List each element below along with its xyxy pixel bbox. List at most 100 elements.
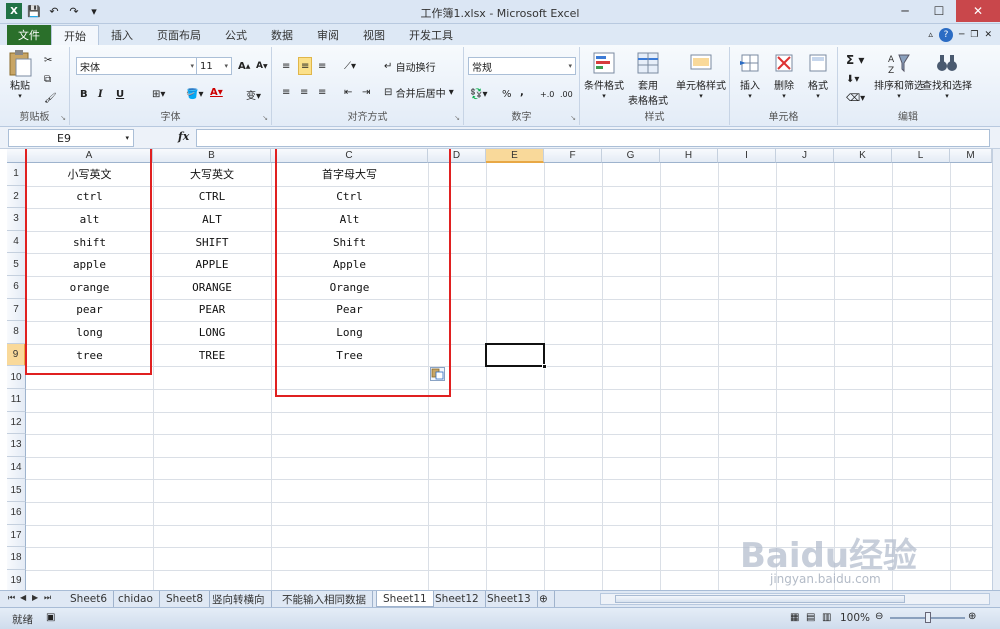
data-cell[interactable]: APPLE	[153, 253, 271, 276]
row-header[interactable]: 8	[7, 321, 26, 344]
borders-icon[interactable]: ⊞▾	[152, 85, 165, 103]
bold-button[interactable]: B	[80, 85, 88, 103]
worksheet-grid[interactable]: A B C D E F G H I J K L M 1 2 3 4 5 6 7 8 9 10 11 1…	[7, 149, 992, 590]
last-sheet-icon[interactable]: ⏭	[44, 593, 51, 603]
sheet-tab[interactable]: Sheet8	[160, 591, 211, 607]
data-cell[interactable]: ORANGE	[153, 276, 271, 299]
zoom-slider-knob[interactable]	[925, 612, 932, 623]
merge-center-button[interactable]: ⊟ 合并后居中 ▾	[384, 83, 454, 101]
macro-record-icon[interactable]: ▣	[46, 612, 55, 623]
data-cell[interactable]: CTRL	[153, 186, 271, 209]
insert-sheet-icon[interactable]: ⊕	[533, 591, 555, 607]
tab-developer[interactable]: 开发工具	[397, 25, 465, 45]
decrease-indent-icon[interactable]: ⇤	[344, 83, 352, 101]
font-color-icon[interactable]: A▾	[210, 83, 223, 101]
wrap-text-button[interactable]: ↵ 自动换行	[384, 57, 436, 75]
tab-view[interactable]: 视图	[351, 25, 397, 45]
increase-indent-icon[interactable]: ⇥	[362, 83, 370, 101]
copy-icon[interactable]: ⧉	[44, 70, 51, 88]
row-header[interactable]: 13	[7, 434, 26, 457]
align-middle-icon[interactable]: ≡	[298, 57, 313, 75]
tab-home[interactable]: 开始	[51, 25, 99, 45]
row-header[interactable]: 3	[7, 208, 26, 231]
tab-insert[interactable]: 插入	[99, 25, 145, 45]
page-layout-view-icon[interactable]: ▤	[806, 612, 815, 623]
fill-color-icon[interactable]: 🪣▾	[186, 85, 203, 103]
sheet-tab[interactable]: chidao	[112, 591, 160, 607]
data-cell[interactable]: TREE	[153, 344, 271, 367]
increase-decimal-icon[interactable]: +.0	[540, 85, 554, 103]
tab-formulas[interactable]: 公式	[213, 25, 259, 45]
comma-button[interactable]: ,	[520, 83, 524, 101]
italic-button[interactable]: I	[98, 85, 103, 103]
find-select-button[interactable]: 查找和选择 ▾	[922, 49, 972, 100]
shrink-font-icon[interactable]: A ▼	[256, 57, 268, 75]
horizontal-scroll-thumb[interactable]	[615, 595, 905, 603]
row-header[interactable]: 17	[7, 524, 26, 548]
paste-button[interactable]: 粘贴 ▾	[6, 49, 34, 100]
minimize-button[interactable]: ─	[888, 0, 922, 22]
sheet-tab-active[interactable]: Sheet11	[376, 591, 434, 607]
paste-options-icon[interactable]	[430, 367, 445, 381]
column-header[interactable]: B	[153, 149, 271, 163]
underline-button[interactable]: U	[116, 85, 124, 103]
align-left-icon[interactable]: ≡	[282, 83, 290, 101]
sheet-tab[interactable]: Sheet6	[64, 591, 115, 607]
tab-file[interactable]: 文件	[7, 25, 51, 45]
phonetic-icon[interactable]: 变▾	[246, 85, 261, 103]
minimize-ribbon-icon[interactable]: ▵	[928, 30, 933, 40]
data-cell[interactable]: SHIFT	[153, 231, 271, 254]
font-launcher-icon[interactable]: ↘	[262, 114, 268, 122]
column-header[interactable]: L	[892, 149, 950, 163]
data-cell[interactable]: ALT	[153, 208, 271, 231]
data-cell[interactable]: PEAR	[153, 299, 271, 322]
header-cell[interactable]: 大写英文	[153, 163, 271, 186]
insert-function-icon[interactable]: fx	[178, 130, 189, 143]
number-format-select[interactable]: 常规 ▾	[468, 57, 576, 75]
conditional-formatting-button[interactable]: 条件格式 ▾	[584, 49, 624, 100]
sort-filter-button[interactable]: AZ 排序和筛选 ▾	[874, 49, 924, 100]
cut-icon[interactable]: ✂	[44, 51, 52, 69]
active-cell[interactable]	[485, 343, 547, 369]
next-sheet-icon[interactable]: ▶	[32, 593, 38, 602]
decrease-decimal-icon[interactable]: .00	[560, 85, 573, 103]
sheet-tab[interactable]: 不能输入相同数据	[276, 591, 373, 607]
clear-icon[interactable]: ⌫▾	[846, 89, 865, 107]
page-break-view-icon[interactable]: ▥	[822, 612, 831, 623]
column-header[interactable]: K	[834, 149, 892, 163]
row-header[interactable]: 18	[7, 547, 26, 570]
row-header[interactable]: 9	[7, 343, 26, 367]
orientation-icon[interactable]: ⟋▾	[344, 57, 356, 75]
workbook-minimize-icon[interactable]: ─	[959, 30, 964, 40]
help-icon[interactable]: ?	[938, 28, 953, 42]
row-header[interactable]: 14	[7, 456, 26, 480]
sheet-tab[interactable]: Sheet12	[429, 591, 486, 607]
font-name-select[interactable]: 宋体 ▾	[76, 57, 198, 75]
normal-view-icon[interactable]: ▦	[790, 612, 799, 623]
currency-icon[interactable]: 💱▾	[470, 85, 487, 103]
column-header[interactable]: E	[486, 149, 544, 163]
close-button[interactable]: ✕	[956, 0, 1000, 22]
row-header[interactable]: 12	[7, 411, 26, 435]
row-header[interactable]: 16	[7, 502, 26, 525]
cell-styles-button[interactable]: 单元格样式 ▾	[676, 49, 726, 100]
data-cell[interactable]: LONG	[153, 321, 271, 344]
alignment-launcher-icon[interactable]: ↘	[454, 114, 460, 122]
zoom-slider[interactable]	[890, 612, 965, 623]
zoom-out-icon[interactable]: ⊖	[875, 611, 883, 622]
maximize-button[interactable]: ☐	[922, 0, 956, 22]
tab-data[interactable]: 数据	[259, 25, 305, 45]
align-right-icon[interactable]: ≡	[318, 83, 326, 101]
fill-icon[interactable]: ⬇▾	[846, 70, 859, 88]
clipboard-launcher-icon[interactable]: ↘	[60, 114, 66, 122]
font-size-select[interactable]: 11 ▾	[196, 57, 232, 75]
fill-handle[interactable]	[542, 364, 547, 369]
column-header[interactable]: H	[660, 149, 718, 163]
vertical-scrollbar[interactable]	[992, 149, 1000, 590]
format-as-table-button[interactable]: 套用 表格格式	[628, 49, 668, 107]
row-header[interactable]: 5	[7, 253, 26, 276]
formula-input[interactable]	[196, 129, 990, 147]
delete-cells-button[interactable]: 删除 ▾	[770, 49, 798, 100]
format-cells-button[interactable]: 格式 ▾	[804, 49, 832, 100]
zoom-in-icon[interactable]: ⊕	[968, 611, 976, 622]
